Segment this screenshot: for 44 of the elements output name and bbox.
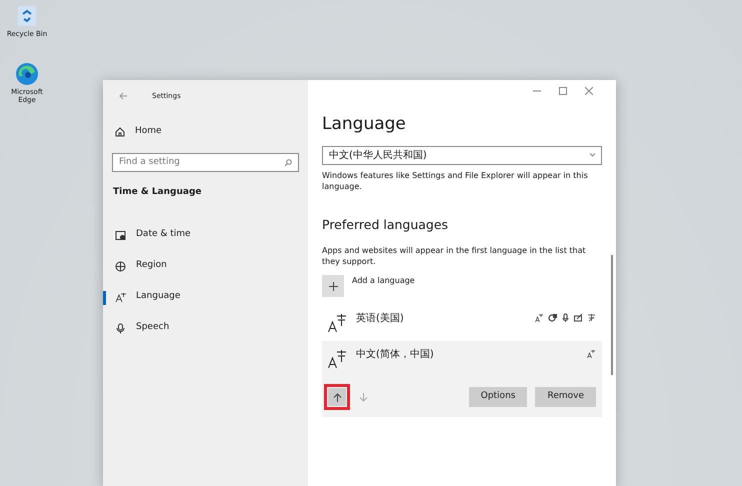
add-language-label[interactable]: Add a language: [352, 275, 415, 287]
page-heading: Language: [322, 113, 407, 136]
microphone-icon: [115, 322, 126, 334]
language-row[interactable]: 英语(美国): [322, 305, 602, 341]
microphone-icon: [561, 313, 570, 322]
language-name: 英语(美国): [356, 312, 404, 326]
section-heading: Time & Language: [112, 186, 203, 199]
arrow-down-icon: [358, 392, 368, 402]
description-text: Apps and websites will appear in the first language in the list that they support.: [322, 244, 587, 267]
add-button[interactable]: [322, 275, 344, 297]
close-icon: [585, 87, 593, 95]
search-field[interactable]: Find a setting: [112, 153, 299, 172]
nav-item[interactable]: Date & time: [103, 220, 308, 250]
description-text: Windows features like Settings and File Explorer will appear in this language.: [322, 170, 589, 192]
action-button[interactable]: Remove: [535, 387, 596, 407]
action-button[interactable]: Options: [468, 387, 528, 407]
language-dropdown[interactable]: 中文(中华人民共和国): [322, 146, 602, 164]
back-icon[interactable]: [119, 92, 128, 100]
language-icon: [328, 349, 348, 369]
browser-icon[interactable]: [15, 62, 39, 86]
language-icon: [328, 313, 348, 333]
nav-item[interactable]: Region: [103, 250, 308, 282]
search-icon: [284, 158, 292, 166]
calendar-clock-icon: [115, 230, 126, 240]
speech-icon: [548, 313, 557, 322]
move-up-button[interactable]: [324, 384, 350, 410]
language-row[interactable]: 中文(简体，中国) Options Remove: [322, 341, 602, 417]
globe-icon: [115, 260, 126, 272]
home-nav-item[interactable]: Home: [103, 116, 308, 147]
handwriting-icon: [574, 313, 583, 322]
language-name: 中文(简体，中国): [356, 348, 434, 362]
display-language-icon: [587, 349, 596, 358]
display-language-icon: [535, 313, 544, 322]
scrollbar[interactable]: [611, 255, 613, 375]
chevron-down-icon: [590, 153, 595, 157]
nav-item[interactable]: Language: [103, 282, 308, 312]
language-icon: [115, 292, 126, 302]
plus-icon: [328, 282, 338, 290]
section-heading: Preferred languages: [322, 216, 450, 234]
nav-item[interactable]: Speech: [103, 312, 308, 344]
arrow-up-icon: [332, 392, 342, 402]
maximize-icon: [559, 87, 567, 95]
home-icon: [115, 126, 125, 136]
keyboard-character-icon: [587, 313, 596, 322]
